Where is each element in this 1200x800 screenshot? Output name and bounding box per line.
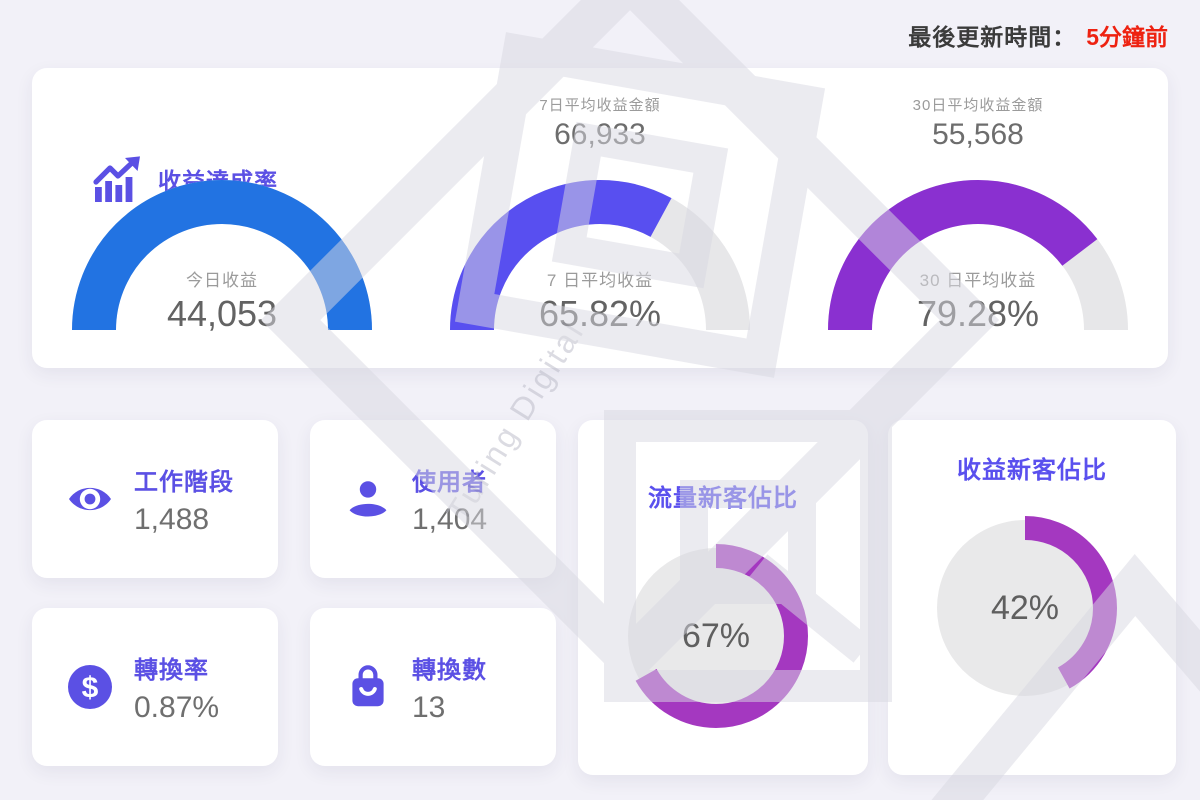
revenue-achievement-card: 收益達成率 今日收益 44,053 7日平均收益金額 66,933 7 日平均收… bbox=[32, 68, 1168, 368]
users-text: 使用者 1,404 bbox=[412, 462, 487, 537]
gauge-today-text: 今日收益 44,053 bbox=[72, 266, 372, 335]
gauge-30day-revenue: 30日平均收益金額 55,568 30 日平均收益 79.28% bbox=[818, 68, 1138, 368]
gauge-30day-value: 79.28% bbox=[916, 293, 1040, 334]
gauge-today-value: 44,053 bbox=[166, 293, 278, 334]
last-update-bar: 最後更新時間： 5分鐘前 bbox=[908, 18, 1168, 52]
conversions-text: 轉換數 13 bbox=[412, 650, 487, 725]
gauge-today-label: 今日收益 bbox=[186, 271, 258, 290]
bag-icon bbox=[352, 665, 384, 707]
gauge-7day-arc: 7 日平均收益 65.82% bbox=[450, 178, 750, 343]
gauge-7day-value: 65.82% bbox=[538, 293, 662, 334]
sessions-value: 1,488 bbox=[134, 502, 210, 536]
gauge-today-revenue: 今日收益 44,053 bbox=[62, 68, 382, 368]
svg-text:$: $ bbox=[82, 671, 99, 704]
conversions-value: 13 bbox=[412, 690, 446, 724]
gauge-7day-revenue: 7日平均收益金額 66,933 7 日平均收益 65.82% bbox=[440, 68, 760, 368]
conversions-card: 轉換數 13 bbox=[310, 608, 556, 766]
conversion-rate-card: $ 轉換率 0.87% bbox=[32, 608, 278, 766]
conversion-rate-text: 轉換率 0.87% bbox=[134, 650, 219, 725]
gauge-7day-header: 7日平均收益金額 66,933 bbox=[440, 94, 760, 152]
gauge-7day-label: 7 日平均收益 bbox=[546, 271, 654, 290]
sessions-label: 工作階段 bbox=[134, 468, 234, 496]
traffic-new-customer-title: 流量新客佔比 bbox=[648, 485, 798, 512]
users-card: 使用者 1,404 bbox=[310, 420, 556, 578]
eye-icon bbox=[69, 487, 111, 511]
revenue-new-customer-value: 42% bbox=[990, 588, 1060, 627]
last-update-label: 最後更新時間： bbox=[908, 24, 1077, 50]
traffic-new-customer-card: 流量新客佔比 67% bbox=[578, 420, 868, 775]
conversion-rate-label: 轉換率 bbox=[134, 656, 209, 684]
last-update-value: 5分鐘前 bbox=[1086, 24, 1168, 50]
gauge-today-arc: 今日收益 44,053 bbox=[72, 178, 372, 343]
gauge-30day-label: 30 日平均收益 bbox=[919, 271, 1037, 290]
gauge-7day-top-label: 7日平均收益金額 bbox=[539, 97, 661, 114]
conversion-rate-value: 0.87% bbox=[134, 690, 220, 724]
users-value: 1,404 bbox=[412, 502, 488, 536]
gauge-30day-text: 30 日平均收益 79.28% bbox=[828, 266, 1128, 335]
sessions-card: 工作階段 1,488 bbox=[32, 420, 278, 578]
user-icon bbox=[349, 481, 387, 517]
users-label: 使用者 bbox=[412, 468, 487, 496]
conversions-label: 轉換數 bbox=[412, 656, 487, 684]
traffic-new-customer-donut: 67% bbox=[616, 536, 816, 736]
revenue-new-customer-card: 收益新客佔比 42% bbox=[888, 420, 1176, 775]
gauge-30day-arc: 30 日平均收益 79.28% bbox=[828, 178, 1128, 343]
gauge-30day-top-value: 55,568 bbox=[932, 118, 1024, 151]
gauge-7day-top-value: 66,933 bbox=[554, 118, 646, 151]
revenue-new-customer-title: 收益新客佔比 bbox=[957, 457, 1107, 484]
sessions-text: 工作階段 1,488 bbox=[134, 462, 234, 537]
dollar-icon: $ bbox=[68, 665, 112, 709]
traffic-new-customer-value: 67% bbox=[681, 616, 751, 655]
revenue-new-customer-donut: 42% bbox=[925, 508, 1125, 708]
gauge-30day-top-label: 30日平均收益金額 bbox=[912, 97, 1044, 114]
dashboard-page: 最後更新時間： 5分鐘前 收益達成率 今日收益 44,053 7日平均收益金額 … bbox=[0, 0, 1200, 800]
gauge-30day-header: 30日平均收益金額 55,568 bbox=[818, 94, 1138, 152]
gauge-7day-text: 7 日平均收益 65.82% bbox=[450, 266, 750, 335]
